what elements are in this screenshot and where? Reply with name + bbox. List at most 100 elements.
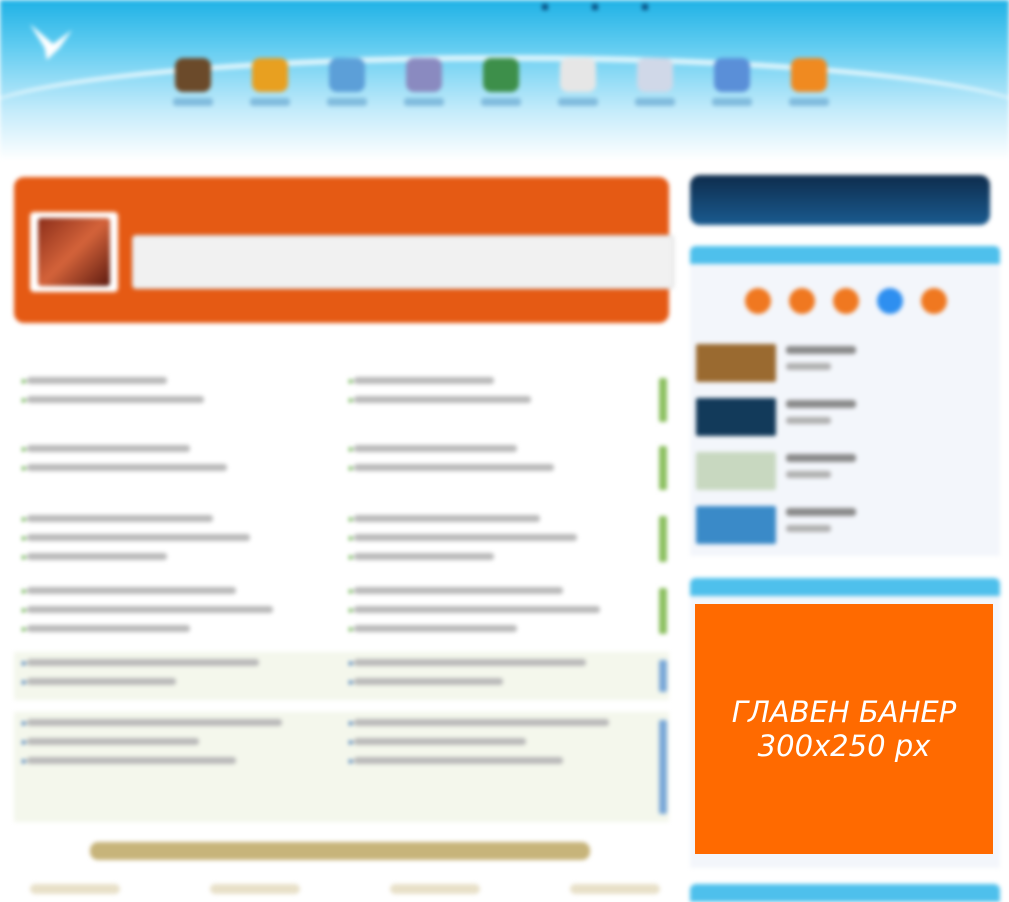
nav-icon-label (172, 98, 213, 106)
promo-subtitle (786, 471, 831, 478)
nav-document-link[interactable] (545, 58, 610, 106)
news-link[interactable] (22, 548, 332, 567)
news-link[interactable] (349, 733, 659, 752)
site-logo[interactable] (22, 10, 172, 66)
promo-title (786, 508, 856, 516)
news-table (14, 340, 669, 830)
news-link[interactable] (22, 673, 332, 692)
carousel-dot[interactable] (745, 288, 771, 314)
news-link[interactable] (349, 714, 659, 733)
promo-sidebox-header (690, 246, 1000, 264)
nav-disc-link[interactable] (622, 58, 687, 106)
promo-subtitle (786, 525, 831, 532)
nav-hotel-link[interactable] (391, 58, 456, 106)
left-news-cell (22, 440, 332, 478)
news-link[interactable] (22, 459, 332, 478)
promo-sidebox (690, 246, 1000, 556)
news-link[interactable] (22, 391, 332, 410)
news-link[interactable] (22, 654, 332, 673)
news-link-text (27, 553, 168, 560)
bottom-tab[interactable] (210, 884, 300, 894)
news-link[interactable] (22, 372, 332, 391)
document-icon (559, 58, 596, 92)
carousel-dot-active[interactable] (877, 288, 903, 314)
bottom-tab[interactable] (390, 884, 480, 894)
hotel-icon (405, 58, 442, 92)
promo-item[interactable] (696, 506, 996, 546)
table-row (14, 712, 669, 822)
news-link[interactable] (22, 620, 332, 639)
promo-item[interactable] (696, 344, 996, 384)
news-link[interactable] (22, 440, 332, 459)
globe-icon (482, 58, 519, 92)
right-news-cell (349, 654, 659, 692)
site-header (0, 0, 1009, 160)
news-link[interactable] (349, 459, 659, 478)
promo-item[interactable] (696, 398, 996, 438)
calendar-icon (713, 58, 750, 92)
row-side-bar (659, 378, 667, 422)
news-link-text (354, 678, 504, 685)
news-link-text (354, 719, 610, 726)
news-link[interactable] (22, 733, 332, 752)
news-link[interactable] (349, 582, 659, 601)
table-row (14, 580, 669, 642)
news-link-text (354, 396, 532, 403)
nav-calendar-link[interactable] (699, 58, 764, 106)
news-link-text (354, 757, 564, 764)
news-link-text (27, 719, 283, 726)
news-link-text (354, 464, 555, 471)
carousel-dot[interactable] (921, 288, 947, 314)
featured-info-box (14, 177, 674, 323)
news-link-text (27, 534, 251, 541)
news-link[interactable] (349, 654, 659, 673)
nav-globe-link[interactable] (468, 58, 533, 106)
main-banner-line2: 300x250 px (757, 729, 931, 763)
news-link-text (354, 377, 495, 384)
featured-thumbnail[interactable] (30, 212, 118, 292)
news-link[interactable] (22, 582, 332, 601)
promo-thumbnail (696, 344, 776, 382)
row-side-bar (659, 446, 667, 490)
news-link[interactable] (349, 752, 659, 771)
register-banner[interactable] (690, 175, 990, 225)
news-link-text (27, 678, 177, 685)
news-link[interactable] (349, 529, 659, 548)
nav-icon-label (557, 98, 598, 106)
nav-separator (592, 4, 598, 10)
bottom-tab[interactable] (570, 884, 660, 894)
carousel-dots (745, 288, 947, 314)
carousel-dot[interactable] (789, 288, 815, 314)
news-link[interactable] (349, 601, 659, 620)
news-link[interactable] (349, 510, 659, 529)
news-link[interactable] (349, 391, 659, 410)
news-link[interactable] (22, 510, 332, 529)
carousel-dot[interactable] (833, 288, 859, 314)
news-link[interactable] (349, 372, 659, 391)
news-link-text (27, 445, 191, 452)
main-banner-ad[interactable]: ГЛАВЕН БАНЕР 300x250 px (695, 604, 993, 854)
ball-icon (790, 58, 827, 92)
lower-sidebox-header (690, 884, 1000, 902)
news-link[interactable] (22, 529, 332, 548)
left-news-cell (22, 582, 332, 639)
bottom-tab[interactable] (30, 884, 120, 894)
news-link[interactable] (349, 673, 659, 692)
home-icon (174, 58, 211, 92)
right-news-cell (349, 714, 659, 771)
right-news-cell (349, 440, 659, 478)
news-link[interactable] (22, 714, 332, 733)
nav-plane-link[interactable] (314, 58, 379, 106)
nav-ball-link[interactable] (776, 58, 841, 106)
news-link[interactable] (349, 548, 659, 567)
nav-home-link[interactable] (160, 58, 225, 106)
nav-icon-label (634, 98, 675, 106)
news-link[interactable] (349, 620, 659, 639)
news-link[interactable] (22, 752, 332, 771)
nav-umbrella-link[interactable] (237, 58, 302, 106)
category-icon-bar (160, 58, 841, 106)
news-link[interactable] (22, 601, 332, 620)
promo-item[interactable] (696, 452, 996, 492)
news-link[interactable] (349, 440, 659, 459)
news-link-text (354, 659, 587, 666)
